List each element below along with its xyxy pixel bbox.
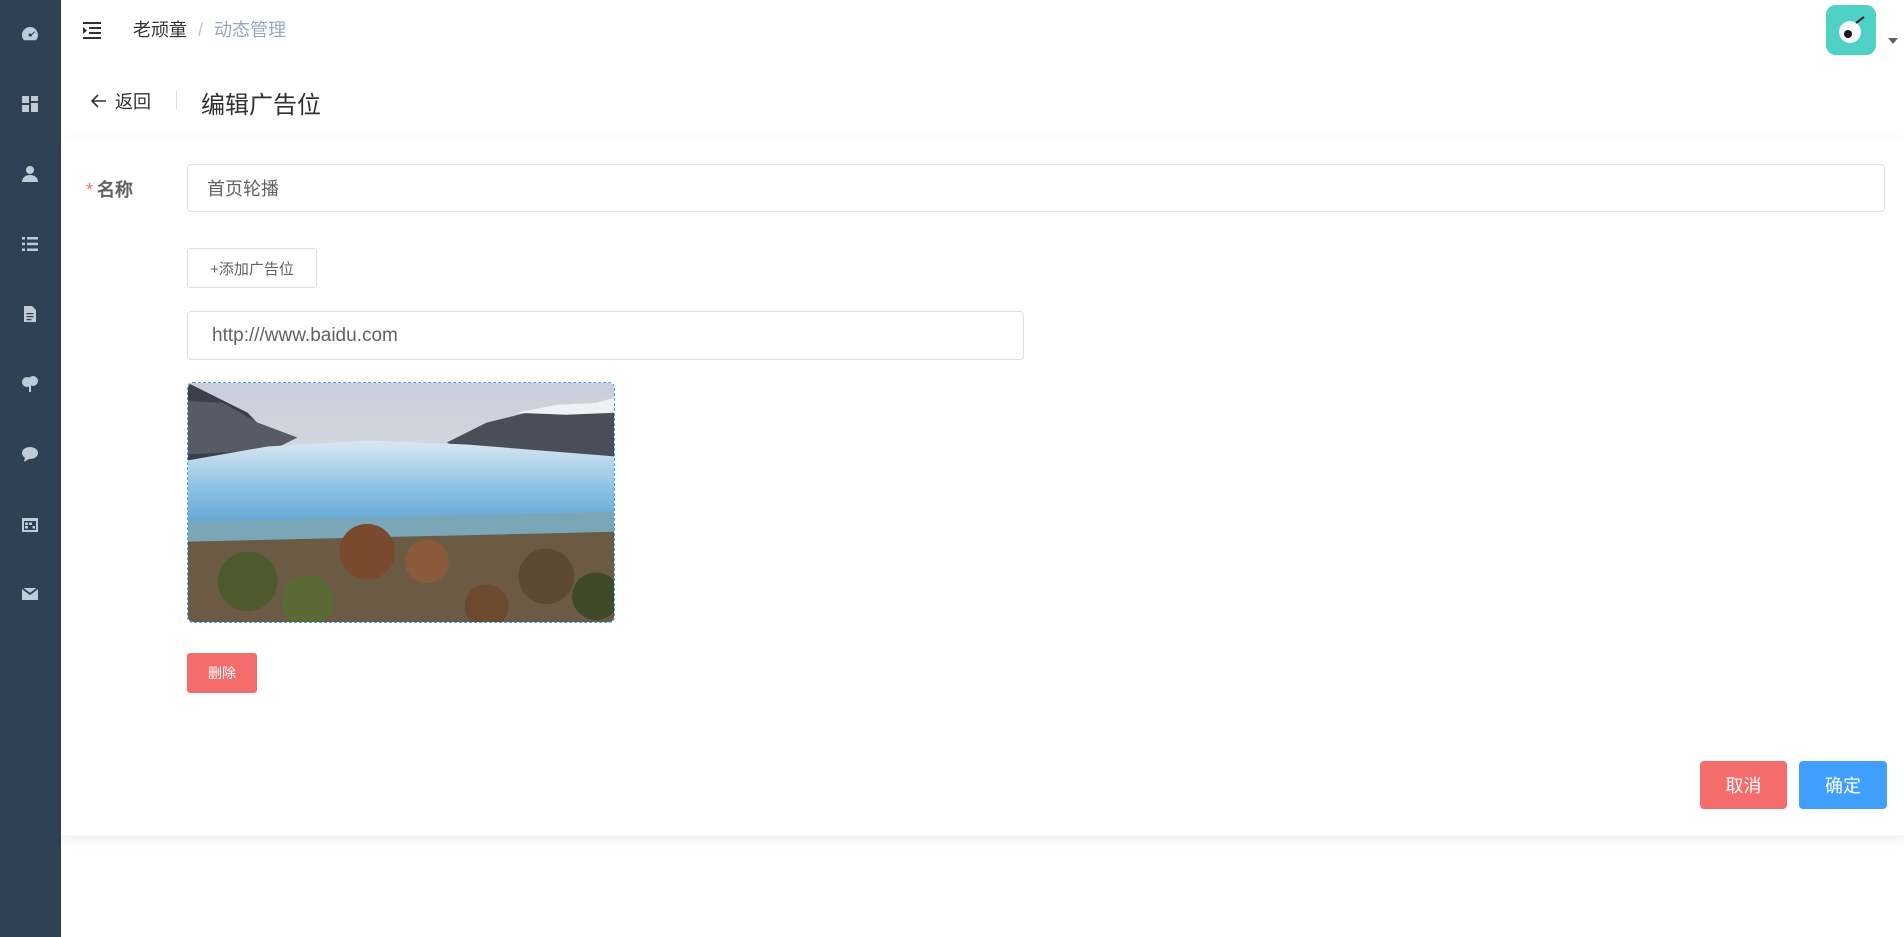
tree-icon[interactable] xyxy=(18,372,42,396)
delete-button[interactable]: 删除 xyxy=(187,653,257,693)
add-ad-slot-button[interactable]: +添加广告位 xyxy=(187,248,317,288)
dashboard-icon[interactable] xyxy=(18,22,42,46)
page-title: 编辑广告位 xyxy=(201,92,321,119)
back-label: 返回 xyxy=(115,92,151,112)
edit-form: *名称 +添加广告位 xyxy=(61,139,1904,835)
chat-icon[interactable] xyxy=(18,442,42,466)
avatar[interactable] xyxy=(1826,5,1876,55)
confirm-button[interactable]: 确定 xyxy=(1799,761,1887,809)
mail-icon[interactable] xyxy=(18,582,42,606)
calendar-icon[interactable] xyxy=(18,512,42,536)
list-icon[interactable] xyxy=(18,232,42,256)
navbar: 老顽童 / 动态管理 xyxy=(61,0,1904,63)
document-icon[interactable] xyxy=(18,302,42,326)
url-input[interactable] xyxy=(187,311,1024,360)
grid-icon[interactable] xyxy=(18,92,42,116)
glacier-image xyxy=(188,383,614,622)
breadcrumb-current: 动态管理 xyxy=(214,20,287,40)
image-uploader[interactable] xyxy=(187,382,615,623)
page-header: 返回 编辑广告位 xyxy=(61,62,1904,140)
cancel-button[interactable]: 取消 xyxy=(1700,761,1787,809)
name-input[interactable] xyxy=(187,164,1885,212)
breadcrumb-home[interactable]: 老顽童 xyxy=(133,20,187,40)
user-icon[interactable] xyxy=(18,162,42,186)
caret-down-icon[interactable] xyxy=(1888,38,1898,44)
arrow-left-icon xyxy=(90,94,106,108)
sidebar xyxy=(0,0,61,937)
name-label-text: 名称 xyxy=(97,180,134,200)
hamburger-icon[interactable] xyxy=(81,19,103,41)
required-mark: * xyxy=(86,180,94,200)
name-label: * 名称 xyxy=(86,176,133,202)
back-button[interactable]: 返回 xyxy=(89,88,151,114)
breadcrumb: 老顽童 / 动态管理 xyxy=(133,19,286,41)
breadcrumb-separator: / xyxy=(198,20,204,40)
header-divider xyxy=(176,90,177,110)
